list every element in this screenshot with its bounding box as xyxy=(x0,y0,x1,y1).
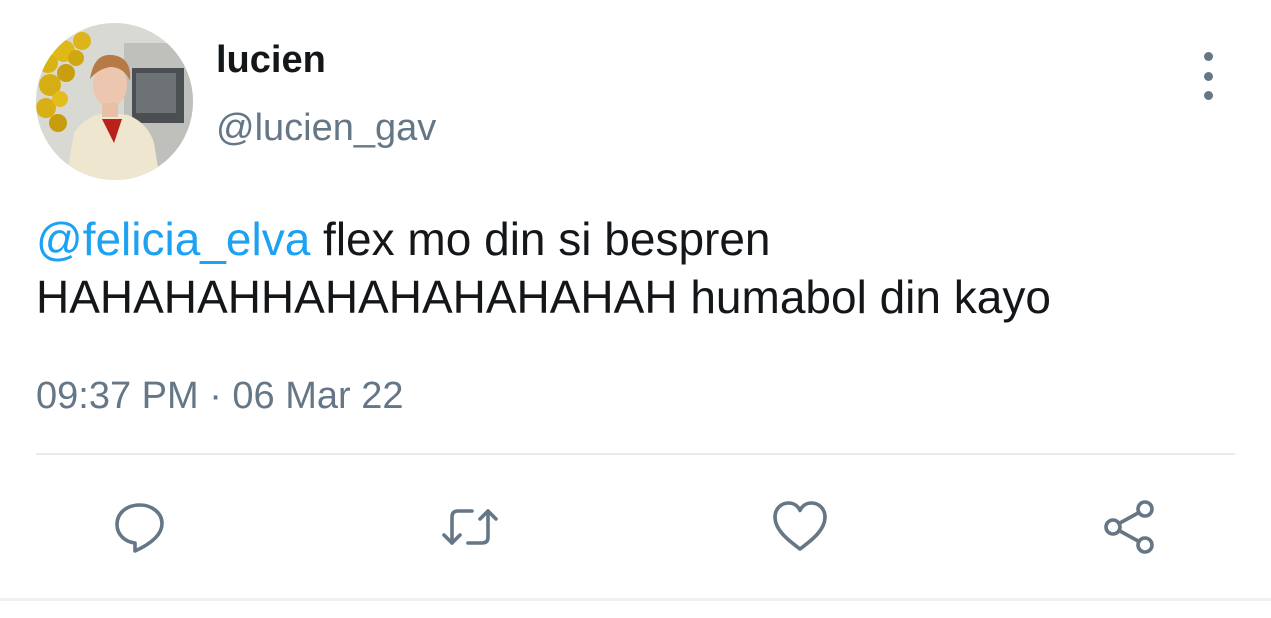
display-name[interactable]: lucien xyxy=(216,38,326,82)
more-dot-icon xyxy=(1203,71,1213,81)
tweet-text-line-2: HAHAHAHHAHAHAHAHAHAH humabol din kayo xyxy=(36,271,1051,323)
retweet-button[interactable] xyxy=(438,495,502,559)
retweet-icon xyxy=(442,509,498,545)
reply-icon xyxy=(115,503,164,553)
avatar-image xyxy=(36,23,193,180)
more-dot-icon xyxy=(1203,52,1213,61)
tweet-text-body-1: flex mo din si bespren xyxy=(310,213,771,265)
avatar[interactable] xyxy=(36,23,193,180)
divider xyxy=(36,453,1235,455)
more-options-button[interactable] xyxy=(1188,52,1228,100)
tweet-card: lucien @lucien_gav @felicia_elva flex mo… xyxy=(0,0,1271,618)
reply-button[interactable] xyxy=(108,495,172,559)
tweet-text: @felicia_elva flex mo din si bespren HAH… xyxy=(36,210,1236,326)
like-button[interactable] xyxy=(768,495,832,559)
heart-icon xyxy=(773,501,827,551)
share-icon xyxy=(1104,500,1154,554)
share-button[interactable] xyxy=(1098,495,1162,559)
mention-link[interactable]: @felicia_elva xyxy=(36,213,310,265)
more-dot-icon xyxy=(1203,91,1213,100)
tweet-text-line-1: @felicia_elva flex mo din si bespren xyxy=(36,210,1236,268)
tweet-timestamp[interactable]: 09:37 PM · 06 Mar 22 xyxy=(36,372,404,420)
bottom-divider xyxy=(0,598,1271,601)
user-handle[interactable]: @lucien_gav xyxy=(216,106,436,150)
